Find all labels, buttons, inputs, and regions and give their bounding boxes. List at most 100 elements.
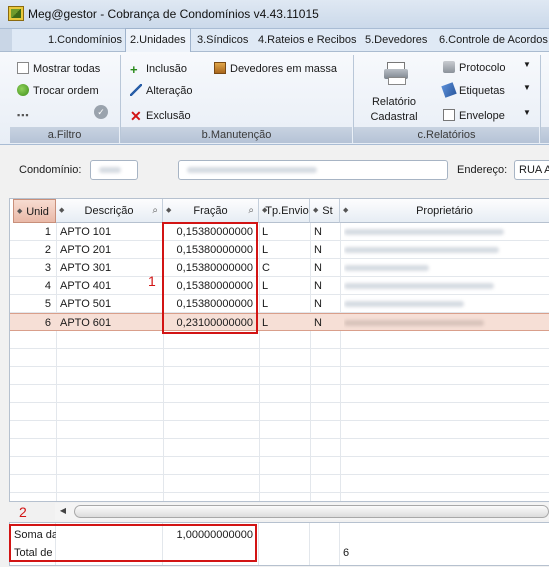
cell-unid: 3: [44, 262, 51, 274]
column-header-fracao[interactable]: ◆ Fração ⌕: [163, 199, 259, 223]
cell-proprietario: [344, 223, 544, 241]
cell-unid: 5: [44, 298, 51, 310]
group-label-filtro: a.Filtro: [10, 127, 119, 143]
redacted-text: [344, 283, 494, 289]
search-icon[interactable]: ⌕: [248, 199, 254, 223]
empty-row: [10, 349, 549, 367]
column-header-label: Fração: [193, 205, 228, 217]
cell-proprietario: [344, 277, 544, 295]
window-title: Meg@gestor - Cobrança de Condomínios v4.…: [28, 7, 319, 21]
sort-icon: ◆: [166, 207, 172, 214]
protocolo-dropdown-arrow[interactable]: ▼: [523, 60, 531, 69]
cell-tp-envio: L: [262, 226, 269, 238]
envelope-button[interactable]: Envelope: [443, 107, 505, 125]
column-header-proprietario[interactable]: ◆ Proprietário: [340, 199, 549, 223]
filter-options-icon[interactable]: ▪▪▪: [17, 110, 30, 120]
checkbox-icon: [17, 62, 29, 74]
etiquetas-dropdown-arrow[interactable]: ▼: [523, 83, 531, 92]
refresh-order-icon: [17, 84, 29, 96]
exclusao-label: Exclusão: [146, 110, 191, 122]
etiquetas-label: Etiquetas: [459, 85, 505, 97]
envelope-label: Envelope: [459, 110, 505, 122]
cell-descricao: APTO 301: [60, 262, 112, 274]
alteracao-label: Alteração: [146, 85, 193, 97]
cell-unid: 4: [44, 280, 51, 292]
annotation-box-totals: [9, 524, 257, 562]
group-label-manutencao: b.Manutenção: [121, 127, 352, 143]
annotation-marker-2: 2: [19, 504, 27, 520]
table-row[interactable]: 1 APTO 101 0,15380000000 L N: [10, 223, 549, 241]
trocar-ordem-button[interactable]: Trocar ordem: [17, 82, 99, 100]
etiquetas-button[interactable]: Etiquetas: [441, 82, 505, 100]
cell-tp-envio: L: [262, 298, 269, 310]
cell-descricao: APTO 601: [60, 317, 112, 329]
sort-icon: ◆: [313, 207, 319, 214]
redacted-text: [344, 301, 464, 307]
delete-x-icon: ✕: [130, 108, 142, 124]
table-row[interactable]: 5 APTO 501 0,15380000000 L N: [10, 295, 549, 313]
table-row[interactable]: 4 APTO 401 0,15380000000 L N: [10, 277, 549, 295]
cell-tp-envio: L: [262, 280, 269, 292]
tab-rateios[interactable]: 4.Rateios e Recibos: [254, 29, 360, 51]
tab-devedores[interactable]: 5.Devedores: [361, 29, 431, 51]
sort-icon: ◆: [17, 208, 23, 215]
endereco-input[interactable]: RUA AL: [514, 160, 549, 180]
redacted-text: [99, 167, 121, 173]
cell-tp-envio: C: [262, 262, 270, 274]
tab-condominios[interactable]: 1.Condomínios: [44, 29, 126, 51]
devedores-em-massa-button[interactable]: Devedores em massa: [214, 60, 337, 78]
tab-unidades[interactable]: 2.Unidades: [125, 28, 191, 53]
empty-row: [10, 475, 549, 493]
column-divider: [339, 523, 340, 565]
cell-descricao: APTO 401: [60, 280, 112, 292]
cell-tp-envio: L: [262, 244, 269, 256]
tab-controle-acordos[interactable]: 6.Controle de Acordos: [435, 29, 549, 51]
relatorio-cadastral-button[interactable]: Relatório Cadastral: [362, 95, 426, 125]
group-label-relatorios: c.Relatórios: [354, 127, 539, 143]
check-icon[interactable]: ✓: [94, 105, 108, 119]
sort-icon: ◆: [343, 207, 349, 214]
redacted-text: [344, 229, 504, 235]
total-count-value: 6: [343, 547, 350, 559]
empty-row: [10, 421, 549, 439]
ribbon-left-edge: [0, 29, 12, 51]
protocolo-button[interactable]: Protocolo: [443, 59, 505, 77]
column-header-label: Descrição: [84, 205, 134, 217]
mostrar-todas-checkbox[interactable]: Mostrar todas: [17, 60, 100, 78]
search-icon[interactable]: ⌕: [152, 199, 158, 223]
redacted-text: [344, 320, 484, 326]
alteracao-button[interactable]: Alteração: [130, 82, 192, 100]
tab-sindicos[interactable]: 3.Síndicos: [193, 29, 252, 51]
plus-icon: +: [130, 62, 138, 77]
annotation-marker-1: 1: [148, 273, 156, 289]
cell-proprietario: [344, 295, 544, 313]
cell-st: N: [314, 298, 322, 310]
condominio-name-input[interactable]: [178, 160, 448, 180]
column-header-st[interactable]: ◆ St: [310, 199, 340, 223]
scrollbar-thumb[interactable]: [74, 505, 549, 518]
protocolo-icon: [443, 61, 455, 73]
column-header-tp-envio[interactable]: ◆ Tp.Envio: [259, 199, 310, 223]
units-grid: ◆ Unid ◆ Descrição ⌕ ◆ Fração ⌕ ◆ Tp.Env…: [9, 198, 549, 502]
scroll-left-arrow[interactable]: ◀: [58, 506, 68, 516]
empty-row: [10, 439, 549, 457]
relatorio-label-line2: Cadastral: [370, 111, 418, 123]
redacted-text: [187, 167, 317, 173]
condominio-label: Condomínio:: [19, 164, 82, 176]
column-header-unid[interactable]: ◆ Unid: [13, 199, 56, 223]
column-header-descricao[interactable]: ◆ Descrição ⌕: [56, 199, 163, 223]
cell-st: N: [314, 262, 322, 274]
cell-proprietario: [344, 314, 544, 332]
cell-unid: 1: [44, 226, 51, 238]
table-row[interactable]: 3 APTO 301 0,15380000000 C N: [10, 259, 549, 277]
group-label-next: [541, 127, 549, 143]
condominio-code-input[interactable]: [90, 160, 138, 180]
envelope-dropdown-arrow[interactable]: ▼: [523, 108, 531, 117]
table-row-selected[interactable]: 6 APTO 601 0,23100000000 L N: [10, 313, 549, 331]
exclusao-button[interactable]: ✕ Exclusão: [130, 107, 191, 125]
empty-row: [10, 367, 549, 385]
printer-icon[interactable]: [384, 62, 408, 85]
inclusao-button[interactable]: + Inclusão: [130, 60, 187, 78]
table-row[interactable]: 2 APTO 201 0,15380000000 L N: [10, 241, 549, 259]
cell-unid: 2: [44, 244, 51, 256]
